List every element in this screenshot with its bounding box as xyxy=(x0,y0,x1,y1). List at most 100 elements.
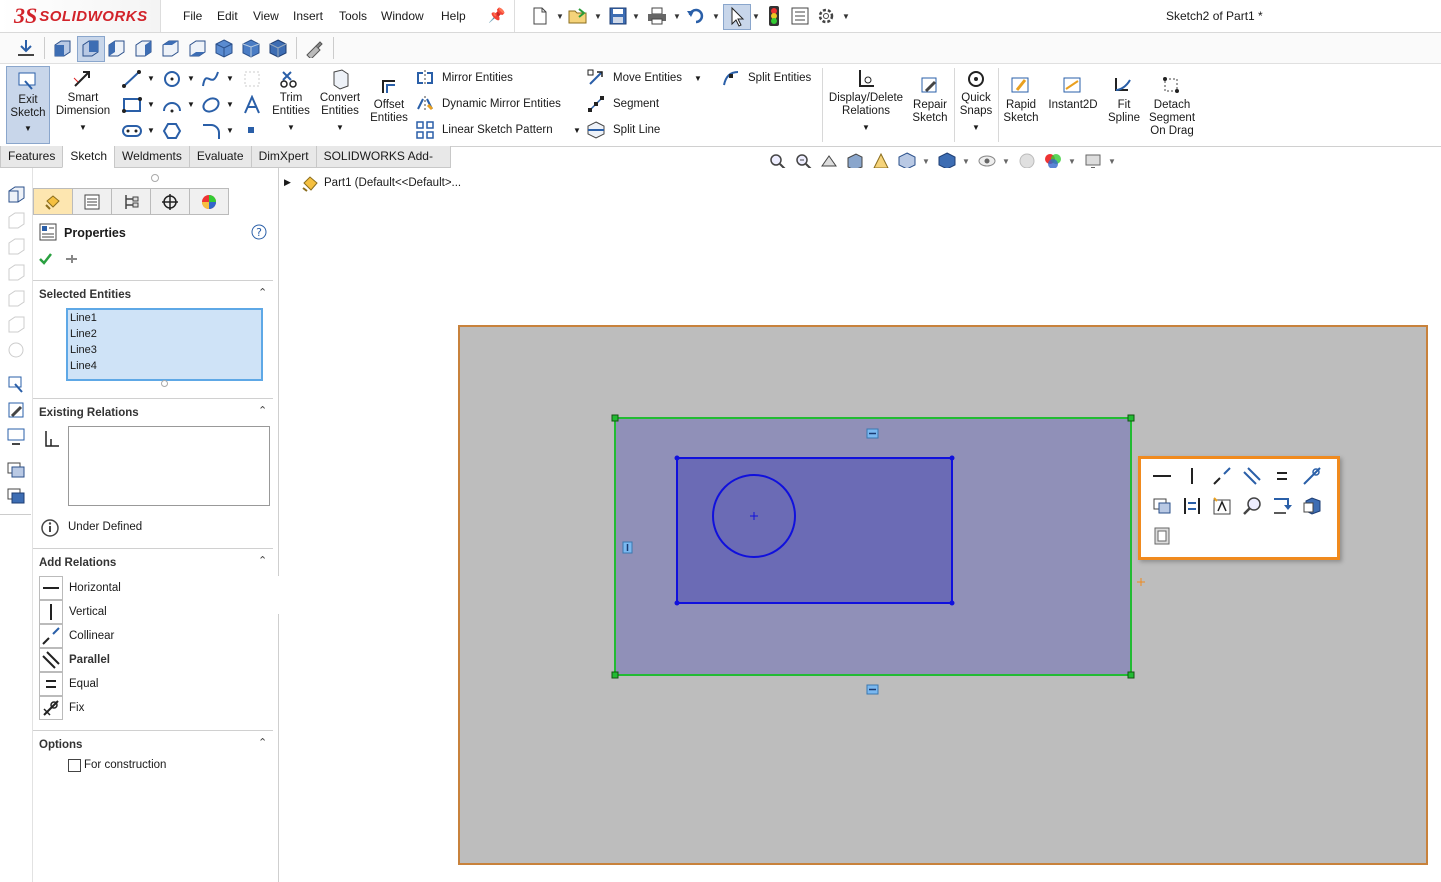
detach-segment-button[interactable]: Detach Segment On Drag xyxy=(1146,75,1198,138)
hide-show-dropdown-icon[interactable]: ▼ xyxy=(1002,157,1010,166)
rectangle-dropdown-icon[interactable]: ▼ xyxy=(147,100,155,109)
spline-dropdown-icon[interactable]: ▼ xyxy=(226,74,234,83)
tab-addins[interactable]: SOLIDWORKS Add-Ins xyxy=(315,146,451,184)
save-icon[interactable] xyxy=(609,7,627,25)
view-front-icon[interactable] xyxy=(52,38,72,58)
corner-point[interactable] xyxy=(611,414,619,422)
display-delete-relations-button[interactable]: Display/Delete Relations ▼ xyxy=(826,68,906,134)
trim-entities-button[interactable]: Trim Entities ▼ xyxy=(270,68,312,134)
selected-entities-list[interactable]: Line1 Line2 Line3 Line4 xyxy=(66,308,263,381)
tab-evaluate[interactable]: Evaluate xyxy=(188,146,252,168)
ellipse-tool-icon[interactable] xyxy=(200,95,222,115)
menu-window[interactable]: Window xyxy=(381,9,424,23)
tab-dimxpert[interactable]: DimXpert xyxy=(250,146,317,168)
list-item[interactable]: Line1 xyxy=(68,310,261,326)
panel-resize-dot[interactable] xyxy=(151,174,159,182)
exit-sketch-dropdown-icon[interactable]: ▼ xyxy=(7,122,49,135)
add-equal-button[interactable] xyxy=(1271,465,1293,487)
offset-entities-button[interactable]: Offset Entities xyxy=(367,75,411,125)
instant2d-button[interactable]: Instant2D xyxy=(1045,75,1101,112)
linear-pattern-dropdown-icon[interactable]: ▼ xyxy=(573,126,581,135)
corner-point[interactable] xyxy=(674,455,680,461)
view-orientation-dropdown-icon[interactable]: ▼ xyxy=(922,157,930,166)
tab-display-manager[interactable] xyxy=(189,188,229,215)
view-right-icon[interactable] xyxy=(133,38,153,58)
arc-dropdown-icon[interactable]: ▼ xyxy=(187,100,195,109)
relation-fix[interactable]: Fix xyxy=(39,696,121,720)
point-tool-icon[interactable] xyxy=(244,123,258,137)
split-entities-button[interactable]: Split Entities xyxy=(722,69,811,87)
save-dropdown-icon[interactable]: ▼ xyxy=(632,12,640,21)
view-settings-dropdown-icon[interactable]: ▼ xyxy=(1108,157,1116,166)
corner-point[interactable] xyxy=(1127,414,1135,422)
print-dropdown-icon[interactable]: ▼ xyxy=(673,12,681,21)
menu-help[interactable]: Help xyxy=(441,9,466,23)
add-relations-collapse-icon[interactable]: ⌃ xyxy=(258,554,267,567)
flip-dimension-button[interactable] xyxy=(1181,495,1203,517)
ok-checkmark-icon[interactable] xyxy=(38,252,52,266)
menu-insert[interactable]: Insert xyxy=(293,9,323,23)
dynamic-mirror-entities-button[interactable]: Dynamic Mirror Entities xyxy=(416,95,561,113)
existing-relations-collapse-icon[interactable]: ⌃ xyxy=(258,404,267,417)
view-sketch-button[interactable] xyxy=(1151,525,1173,547)
relation-vertical[interactable]: Vertical xyxy=(39,600,121,624)
slot-tool-icon[interactable] xyxy=(121,121,143,141)
options-dropdown-icon[interactable]: ▼ xyxy=(842,12,850,21)
tab-property-manager[interactable] xyxy=(72,188,112,215)
view-selector-icon[interactable] xyxy=(304,38,324,58)
fillet-dropdown-icon[interactable]: ▼ xyxy=(226,126,234,135)
rebuild-traffic-light-icon[interactable] xyxy=(768,5,780,27)
select-button[interactable] xyxy=(723,4,751,30)
feature-tree-root[interactable]: Part1 (Default<<Default>... xyxy=(324,177,461,189)
tab-dimxpert-manager[interactable] xyxy=(150,188,190,215)
corner-point[interactable] xyxy=(611,671,619,679)
pushpin-icon[interactable] xyxy=(64,252,78,266)
list-resize-dot[interactable] xyxy=(161,380,168,387)
convert-to-block-button[interactable] xyxy=(1301,495,1323,517)
open-dropdown-icon[interactable]: ▼ xyxy=(594,12,602,21)
instant3d-icon[interactable] xyxy=(6,426,26,446)
view-isometric-icon[interactable] xyxy=(214,38,234,58)
quick-snaps-dropdown-icon[interactable]: ▼ xyxy=(956,121,996,134)
options-gear-icon[interactable] xyxy=(817,7,835,25)
select-dropdown-icon[interactable]: ▼ xyxy=(752,12,760,21)
tab-configuration-manager[interactable] xyxy=(111,188,151,215)
add-vertical-button[interactable] xyxy=(1181,465,1203,487)
sketch-fillet-icon[interactable] xyxy=(200,121,222,141)
arc-tool-icon[interactable] xyxy=(161,95,183,115)
apply-scene-dropdown-icon[interactable]: ▼ xyxy=(1068,157,1076,166)
menu-file[interactable]: File xyxy=(183,9,202,23)
relation-collinear[interactable]: Collinear xyxy=(39,624,121,648)
rapid-sketch-button[interactable]: Rapid Sketch xyxy=(1001,75,1041,125)
sketch-text-button[interactable] xyxy=(1211,495,1233,517)
repair-sketch-strip-icon[interactable] xyxy=(6,400,26,420)
smart-dimension-button[interactable]: Smart Dimension ▼ xyxy=(53,68,113,134)
solidworks-logo[interactable]: 3S SOLIDWORKS xyxy=(14,3,148,28)
sketch-tool-icon[interactable] xyxy=(6,374,26,394)
slot-dropdown-icon[interactable]: ▼ xyxy=(147,126,155,135)
convert-dropdown-icon[interactable]: ▼ xyxy=(317,121,363,134)
display-style-dropdown-icon[interactable]: ▼ xyxy=(962,157,970,166)
menu-view[interactable]: View xyxy=(253,9,279,23)
text-tool-icon[interactable] xyxy=(242,95,262,115)
for-construction-checkbox[interactable] xyxy=(68,759,81,772)
smart-dimension-dropdown-icon[interactable]: ▼ xyxy=(53,121,113,134)
help-icon[interactable]: ? xyxy=(251,224,267,240)
sketch-canvas[interactable] xyxy=(600,405,1160,705)
add-fix-button[interactable] xyxy=(1301,465,1323,487)
zoom-selection-button[interactable] xyxy=(1241,495,1263,517)
normal-to-button[interactable] xyxy=(1271,495,1293,517)
ellipse-dropdown-icon[interactable]: ▼ xyxy=(226,100,234,109)
mirror-entities-button[interactable]: Mirror Entities xyxy=(416,69,513,87)
rectangle-tool-icon[interactable] xyxy=(121,95,143,115)
view-bottom-icon[interactable] xyxy=(187,38,207,58)
add-collinear-button[interactable] xyxy=(1211,465,1233,487)
quick-snaps-button[interactable]: Quick Snaps ▼ xyxy=(956,68,996,134)
undo-dropdown-icon[interactable]: ▼ xyxy=(712,12,720,21)
add-parallel-button[interactable] xyxy=(1241,465,1263,487)
view-left-icon[interactable] xyxy=(106,38,126,58)
copy-entities-icon[interactable] xyxy=(6,486,26,506)
menu-edit[interactable]: Edit xyxy=(217,9,238,23)
open-folder-icon[interactable] xyxy=(568,7,588,25)
move-entities-button[interactable]: Move Entities xyxy=(587,69,682,87)
